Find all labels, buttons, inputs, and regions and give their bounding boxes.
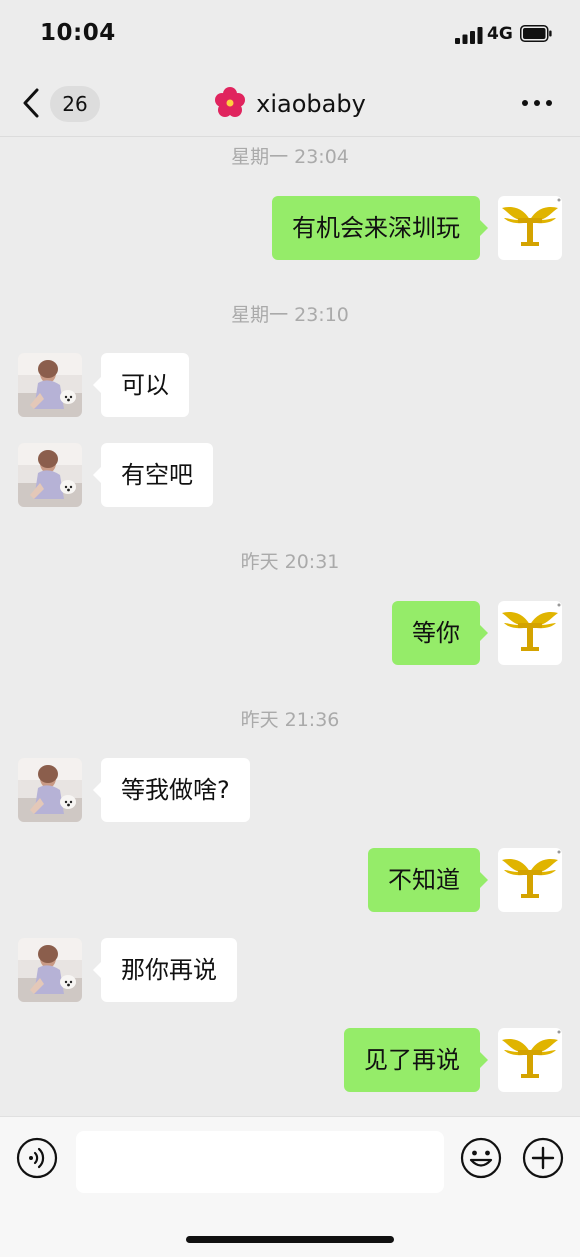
contact-photo-icon [18, 443, 82, 507]
status-bar: 10:04 4G [0, 0, 580, 70]
timestamp: 昨天 20:31 [240, 551, 340, 573]
contact-photo-icon [18, 938, 82, 1002]
yingtan-logo-icon [498, 1028, 562, 1092]
timestamp: 星期一 23:04 [231, 146, 349, 168]
contact-avatar[interactable] [18, 758, 82, 822]
contact-avatar[interactable] [18, 353, 82, 417]
yingtan-logo-icon [498, 196, 562, 260]
more-options-icon[interactable] [520, 94, 554, 112]
chat-title: xiaobaby [0, 86, 580, 121]
message-bubble-incoming[interactable]: 那你再说 [93, 938, 237, 1002]
timestamp: 星期一 23:10 [231, 304, 349, 326]
timestamp: 昨天 21:36 [240, 709, 340, 731]
add-attachment-icon[interactable] [522, 1137, 564, 1179]
contact-name: xiaobaby [256, 90, 366, 118]
battery-icon [520, 25, 552, 42]
self-avatar[interactable] [498, 1028, 562, 1092]
network-type: 4G [487, 24, 513, 44]
yingtan-logo-icon [498, 848, 562, 912]
message-bubble-incoming[interactable]: 可以 [93, 353, 189, 417]
self-avatar[interactable] [498, 601, 562, 665]
contact-avatar[interactable] [18, 443, 82, 507]
chat-header: 26 xiaobaby [0, 70, 580, 137]
contact-photo-icon [18, 758, 82, 822]
voice-input-icon[interactable] [16, 1137, 58, 1179]
hibiscus-icon [215, 87, 246, 117]
yingtan-logo-icon [498, 601, 562, 665]
contact-photo-icon [18, 353, 82, 417]
message-input[interactable] [76, 1131, 444, 1193]
message-bubble-incoming[interactable]: 等我做啥? [93, 758, 250, 822]
message-bubble-incoming[interactable]: 有空吧 [93, 443, 213, 507]
self-avatar[interactable] [498, 196, 562, 260]
contact-avatar[interactable] [18, 938, 82, 1002]
home-indicator[interactable] [186, 1236, 394, 1243]
message-bubble-outgoing[interactable]: 见了再说 [344, 1028, 488, 1092]
emoji-icon[interactable] [460, 1137, 502, 1179]
signal-icon [455, 27, 483, 44]
message-bubble-outgoing[interactable]: 等你 [392, 601, 488, 665]
status-time: 10:04 [40, 20, 116, 46]
message-bubble-outgoing[interactable]: 有机会来深圳玩 [272, 196, 488, 260]
self-avatar[interactable] [498, 848, 562, 912]
message-bubble-outgoing[interactable]: 不知道 [368, 848, 488, 912]
